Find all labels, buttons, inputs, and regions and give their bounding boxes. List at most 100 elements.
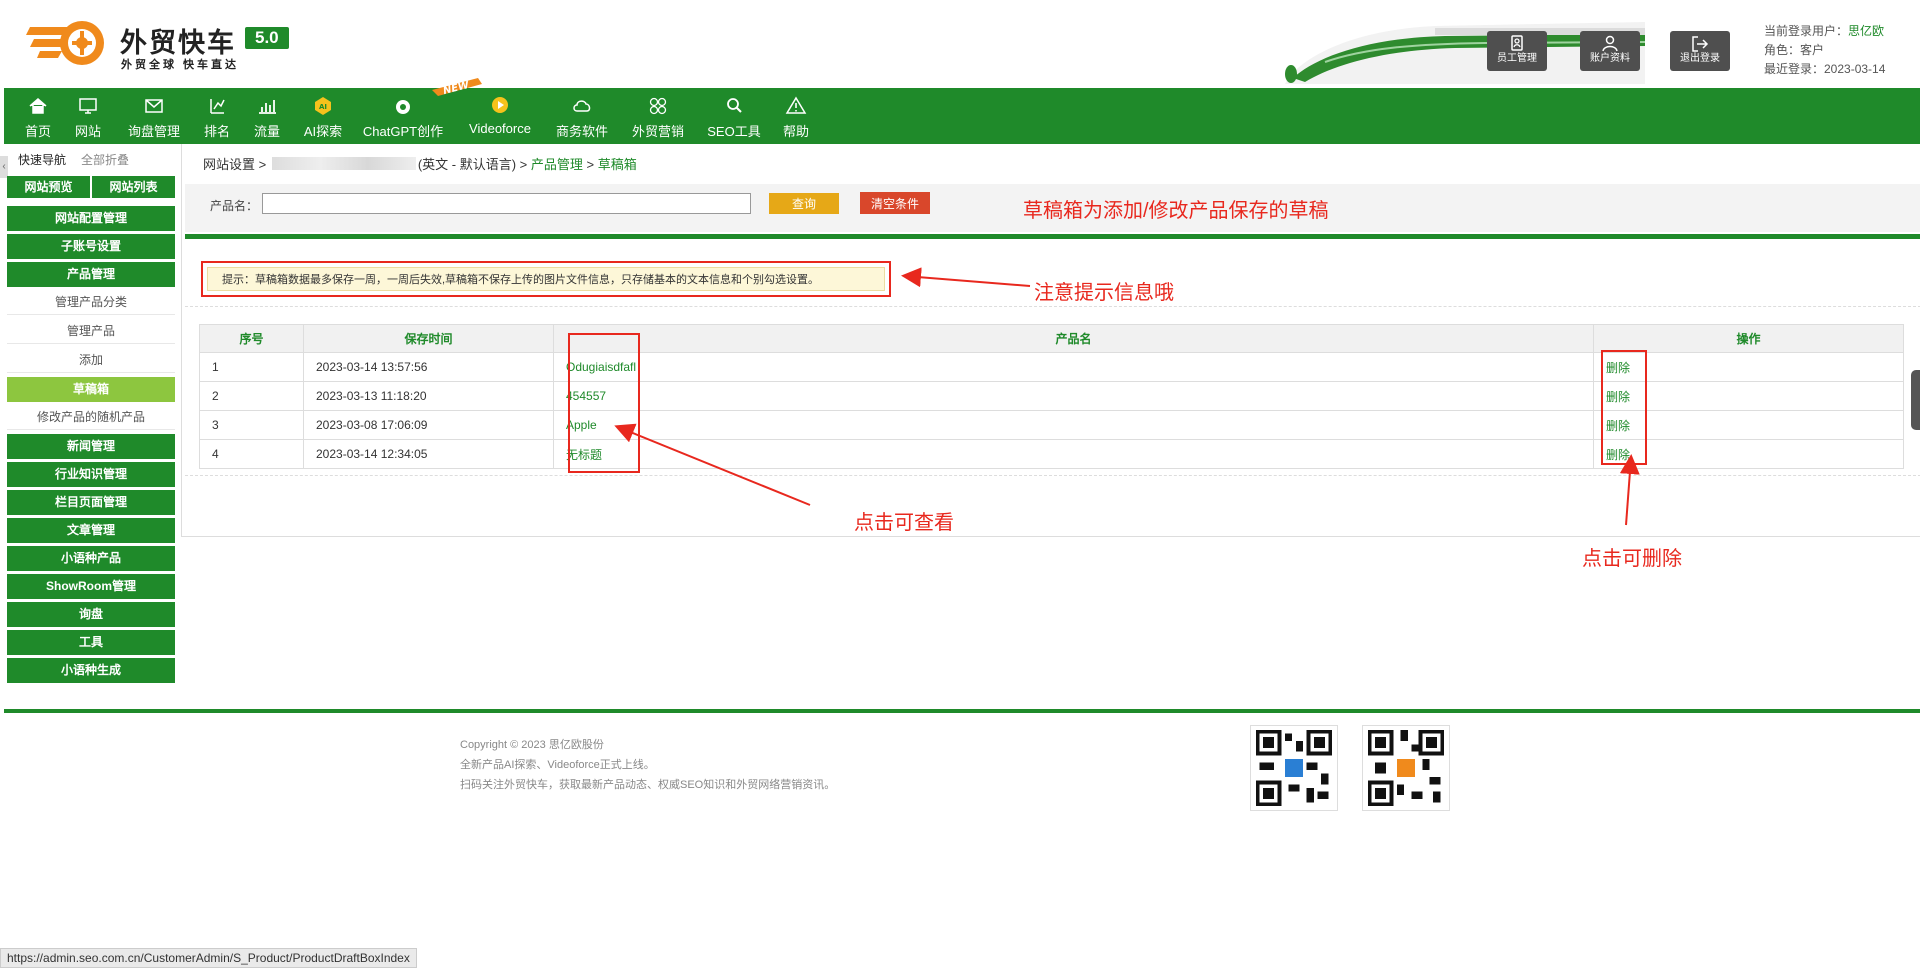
sidebar-item-showroom[interactable]: ShowRoom管理 bbox=[7, 574, 175, 599]
row-no: 1 bbox=[199, 352, 304, 382]
sidebar-item-random-product[interactable]: 修改产品的随机产品 bbox=[7, 405, 175, 430]
annotation-click-delete: 点击可删除 bbox=[1582, 548, 1682, 570]
table-row: 3 2023-03-08 17:06:09 Apple 删除 bbox=[199, 410, 1904, 440]
last-login: 最近登录：2023-03-14 bbox=[1764, 62, 1886, 76]
product-name-label: 产品名： bbox=[210, 199, 259, 213]
video-icon bbox=[492, 97, 508, 113]
collapse-arrow-icon[interactable]: ‹ bbox=[0, 156, 8, 178]
site-preview-button[interactable]: 网站预览 bbox=[7, 176, 90, 198]
nav-marketing[interactable]: 外贸营销 bbox=[627, 88, 689, 144]
hint-message: 提示：草稿箱数据最多保存一周，一周后失效,草稿箱不保存上传的图片文件信息，只存储… bbox=[207, 267, 885, 291]
sidebar-item-product-management[interactable]: 产品管理 bbox=[7, 262, 175, 287]
sidebar-item-tools[interactable]: 工具 bbox=[7, 630, 175, 655]
row-time: 2023-03-14 13:57:56 bbox=[303, 352, 554, 382]
new-badge-icon: NEW bbox=[432, 78, 482, 97]
clover-icon bbox=[649, 97, 667, 115]
product-name-input[interactable] bbox=[262, 193, 751, 214]
sidebar-item-column-pages[interactable]: 栏目页面管理 bbox=[7, 490, 175, 515]
tab-quick-nav[interactable]: 快速导航 bbox=[18, 151, 66, 168]
logo-slogan: 外贸全球 快车直达 bbox=[121, 59, 240, 71]
sidebar-item-industry-knowledge[interactable]: 行业知识管理 bbox=[7, 462, 175, 487]
divider-bar bbox=[185, 234, 1920, 239]
nav-ranking[interactable]: 排名 bbox=[197, 88, 237, 144]
monitor-icon bbox=[79, 98, 97, 114]
side-panel-handle[interactable] bbox=[1911, 370, 1920, 430]
logo[interactable]: 外贸快车 5.0 外贸全球 快车直达 bbox=[24, 17, 304, 73]
rank-icon bbox=[210, 99, 225, 114]
row-product-link[interactable]: 无标题 bbox=[553, 439, 1594, 469]
breadcrumb-lang[interactable]: (英文 - 默认语言) > bbox=[418, 157, 531, 172]
nav-inquiry[interactable]: 询盘管理 bbox=[122, 88, 186, 144]
row-product-link[interactable]: Apple bbox=[553, 410, 1594, 440]
nav-ai[interactable]: AI AI探索 bbox=[298, 88, 348, 144]
sidebar: ‹ 快速导航 全部折叠 网站预览 网站列表 网站配置管理 子账号设置 产品管理 … bbox=[0, 144, 178, 689]
drafts-table: 序号 保存时间 产品名 操作 1 2023-03-14 13:57:56 Odu… bbox=[199, 324, 1904, 469]
annotation-drafts-purpose: 草稿箱为添加/修改产品保存的草稿 bbox=[1023, 200, 1329, 222]
logout-button[interactable]: 退出登录 bbox=[1670, 31, 1730, 71]
breadcrumb-root[interactable]: 网站设置 > bbox=[203, 157, 270, 172]
sidebar-quick-links: 网站预览 网站列表 bbox=[7, 176, 175, 198]
qr-code-icon bbox=[1256, 730, 1332, 806]
user-icon bbox=[1602, 35, 1618, 52]
footer-subscribe: 扫码关注外贸快车，获取最新产品动态、权威SEO知识和外贸网络营销资讯。 bbox=[460, 779, 836, 791]
footer-copyright: Copyright © 2023 思亿欧股份 bbox=[460, 739, 604, 751]
divider bbox=[185, 306, 1920, 307]
logo-version: 5.0 bbox=[245, 27, 289, 49]
sidebar-item-inquiry[interactable]: 询盘 bbox=[7, 602, 175, 627]
svg-text:AI: AI bbox=[319, 103, 327, 111]
current-user: 当前登录用户：思亿欧 bbox=[1764, 24, 1885, 38]
query-button[interactable]: 查询 bbox=[769, 193, 839, 214]
nav-traffic[interactable]: 流量 bbox=[247, 88, 287, 144]
sidebar-item-minor-lang-products[interactable]: 小语种产品 bbox=[7, 546, 175, 571]
nav-seo-tools[interactable]: SEO工具 bbox=[704, 88, 764, 144]
sidebar-item-site-config[interactable]: 网站配置管理 bbox=[7, 206, 175, 231]
sidebar-item-news[interactable]: 新闻管理 bbox=[7, 434, 175, 459]
header-action: 操作 bbox=[1593, 324, 1904, 353]
home-icon bbox=[29, 98, 47, 114]
tab-collapse-all[interactable]: 全部折叠 bbox=[81, 151, 129, 168]
breadcrumb-current: 草稿箱 bbox=[597, 157, 637, 172]
sidebar-item-product-category[interactable]: 管理产品分类 bbox=[7, 290, 175, 315]
annotation-note-hint: 注意提示信息哦 bbox=[1034, 282, 1174, 304]
sidebar-item-subaccount[interactable]: 子账号设置 bbox=[7, 234, 175, 259]
account-info-button[interactable]: 账户资料 bbox=[1580, 31, 1640, 71]
staff-management-button[interactable]: 员工管理 bbox=[1487, 31, 1547, 71]
hint-highlight-box: 提示：草稿箱数据最多保存一周，一周后失效,草稿箱不保存上传的图片文件信息，只存储… bbox=[201, 261, 891, 297]
sidebar-tabs: 快速导航 全部折叠 bbox=[8, 148, 176, 168]
top-navigation: 首页 网站 询盘管理 排名 流量 AI AI探索 ChatGPT创作 Video… bbox=[4, 88, 1920, 144]
row-product-link[interactable]: 454557 bbox=[553, 381, 1594, 411]
table-header-row: 序号 保存时间 产品名 操作 bbox=[199, 324, 1904, 353]
mail-icon bbox=[145, 99, 163, 113]
blurred-site-name bbox=[271, 157, 416, 170]
status-bar-url: https://admin.seo.com.cn/CustomerAdmin/S… bbox=[0, 948, 417, 968]
chatgpt-icon bbox=[396, 100, 410, 114]
nav-home[interactable]: 首页 bbox=[18, 88, 58, 144]
new-badge-text: NEW bbox=[442, 80, 471, 97]
header: 外贸快车 5.0 外贸全球 快车直达 员工管理 账户资料 退出登录 当前登录用户… bbox=[0, 0, 1920, 88]
highlight-delete-links bbox=[1601, 350, 1647, 465]
logout-icon bbox=[1692, 36, 1709, 52]
qr-code-2 bbox=[1362, 725, 1450, 811]
header-time: 保存时间 bbox=[303, 324, 554, 353]
breadcrumb-section[interactable]: 产品管理 bbox=[531, 157, 583, 172]
sidebar-item-minor-lang-generate[interactable]: 小语种生成 bbox=[7, 658, 175, 683]
nav-business-software[interactable]: 商务软件 bbox=[551, 88, 613, 144]
sidebar-item-add-product[interactable]: 添加 bbox=[7, 348, 175, 373]
row-no: 3 bbox=[199, 410, 304, 440]
user-info: 当前登录用户：思亿欧 角色：客户 最近登录：2023-03-14 bbox=[1764, 22, 1885, 79]
annotation-click-view: 点击可查看 bbox=[854, 512, 954, 534]
divider bbox=[185, 475, 1920, 476]
row-no: 2 bbox=[199, 381, 304, 411]
clear-conditions-button[interactable]: 清空条件 bbox=[860, 192, 930, 214]
bar-chart-icon bbox=[259, 100, 276, 114]
table-row: 1 2023-03-14 13:57:56 Odugiaisdfafl 删除 bbox=[199, 352, 1904, 382]
row-time: 2023-03-14 12:34:05 bbox=[303, 439, 554, 469]
sidebar-item-manage-products[interactable]: 管理产品 bbox=[7, 319, 175, 344]
nav-help[interactable]: 帮助 bbox=[776, 88, 816, 144]
sidebar-item-articles[interactable]: 文章管理 bbox=[7, 518, 175, 543]
row-product-link[interactable]: Odugiaisdfafl bbox=[553, 352, 1594, 382]
site-list-button[interactable]: 网站列表 bbox=[92, 176, 175, 198]
sidebar-item-drafts[interactable]: 草稿箱 bbox=[7, 377, 175, 402]
nav-website[interactable]: 网站 bbox=[68, 88, 108, 144]
user-role: 角色：客户 bbox=[1764, 43, 1825, 57]
